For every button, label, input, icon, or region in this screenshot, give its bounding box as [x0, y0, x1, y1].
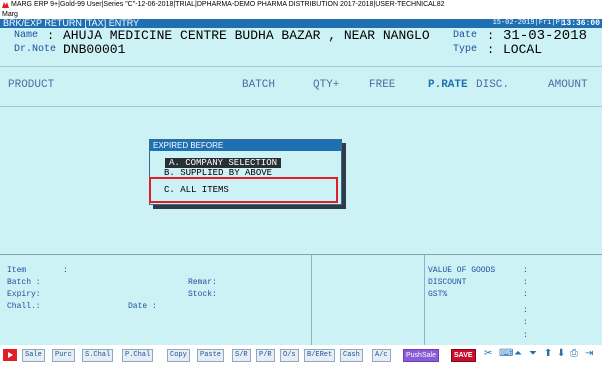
keyboard-icon[interactable]: ⌨: [499, 348, 513, 359]
value-colon: :: [523, 331, 528, 340]
batch-label: Batch :: [7, 278, 41, 287]
dialog-title: EXPIRED BEFORE: [150, 140, 341, 151]
discount-label: DISCOUNT: [428, 278, 467, 287]
col-disc: DISC.: [476, 79, 510, 91]
print-icon[interactable]: ⎙: [570, 348, 578, 359]
value-colon: :: [523, 266, 528, 275]
option-supplied-by-above[interactable]: B. SUPPLIED BY ABOVE: [164, 168, 272, 176]
type-label: Type: [453, 44, 478, 55]
value-colon: :: [523, 318, 528, 327]
tb-beret[interactable]: B/ERet: [304, 349, 336, 362]
date-colon: :: [487, 29, 495, 43]
gst-label: GST%: [428, 290, 448, 299]
menu-marg[interactable]: Marg: [2, 11, 18, 18]
stock-label: Stock:: [188, 290, 217, 299]
type-colon: :: [487, 43, 495, 57]
tb-ac[interactable]: A/c: [372, 349, 391, 362]
date-footer-label: Date :: [128, 302, 157, 311]
tb-sale[interactable]: Sale: [22, 349, 45, 362]
value-colon: :: [523, 306, 528, 315]
value-of-goods-label: VALUE OF GOODS: [428, 266, 496, 275]
type-field[interactable]: LOCAL: [503, 42, 542, 57]
tb-save[interactable]: SAVE: [451, 349, 476, 362]
item-colon: :: [63, 266, 68, 275]
name-colon: :: [47, 29, 55, 43]
dr-note-field[interactable]: DNB00001: [63, 42, 125, 57]
window-title: MARG ERP 9+|Gold-99 User|Series "C"-12-0…: [11, 1, 445, 8]
tools-icon[interactable]: ✂: [484, 348, 492, 359]
tb-purc[interactable]: Purc: [52, 349, 75, 362]
tb-pushsale[interactable]: PushSale: [403, 349, 439, 362]
chall-label: Chall.:: [7, 302, 41, 311]
arrow-up-icon[interactable]: ⬆: [544, 348, 552, 359]
col-prate: P.RATE: [428, 79, 468, 91]
entry-title: BRK/EXP RETURN [TAX] ENTRY: [3, 18, 140, 28]
col-amount: AMOUNT: [548, 79, 588, 91]
expiry-label: Expiry:: [7, 290, 41, 299]
highlight-box: [149, 177, 338, 203]
scroll-bottom-icon[interactable]: ⏷: [529, 348, 537, 359]
col-qty: QTY+: [313, 79, 340, 91]
col-product: PRODUCT: [8, 79, 55, 91]
remar-label: Remar:: [188, 278, 217, 287]
tb-schal[interactable]: S.Chal: [82, 349, 114, 362]
tb-sr[interactable]: S/R: [232, 349, 251, 362]
tb-pr[interactable]: P/R: [256, 349, 275, 362]
scroll-top-icon[interactable]: ⏶: [514, 348, 522, 359]
tb-pchal[interactable]: P.Chal: [122, 349, 154, 362]
tb-os[interactable]: O/s: [280, 349, 299, 362]
name-label: Name: [14, 30, 39, 41]
play-icon[interactable]: [3, 349, 17, 361]
date-label: Date: [453, 30, 478, 41]
item-label: Item: [7, 266, 27, 275]
dr-note-label: Dr.Note :: [14, 44, 69, 55]
footer-divider: [424, 255, 425, 345]
marg-logo-icon: [2, 2, 9, 8]
exit-icon[interactable]: ⇥: [585, 348, 593, 359]
col-batch: BATCH: [242, 79, 276, 91]
bottom-toolbar: Sale Purc S.Chal P.Chal Copy Paste S/R P…: [0, 347, 602, 367]
value-colon: :: [523, 290, 528, 299]
value-colon: :: [523, 278, 528, 287]
entry-header: BRK/EXP RETURN [TAX] ENTRY 15-02-2019|Fr…: [0, 19, 602, 28]
col-free: FREE: [369, 79, 396, 91]
header-date: 15-02-2019|Fri|P|: [492, 19, 564, 27]
window-titlebar: MARG ERP 9+|Gold-99 User|Series "C"-12-0…: [0, 0, 602, 10]
header-time: 13:36:00: [561, 19, 600, 28]
footer-divider: [311, 255, 312, 345]
tb-cash[interactable]: Cash: [340, 349, 363, 362]
party-name-field[interactable]: AHUJA MEDICINE CENTRE BUDHA BAZAR , NEAR…: [63, 28, 430, 43]
option-company-selection[interactable]: A. COMPANY SELECTION: [165, 158, 282, 168]
party-section: Name : AHUJA MEDICINE CENTRE BUDHA BAZAR…: [0, 28, 602, 66]
tb-paste[interactable]: Paste: [197, 349, 225, 362]
footer-panel: Item : Batch : Expiry: Chall.: Date : Re…: [0, 254, 602, 345]
column-header: PRODUCT BATCH QTY+ FREE P.RATE DISC. AMO…: [0, 66, 602, 107]
tb-copy[interactable]: Copy: [167, 349, 190, 362]
arrow-down-icon[interactable]: ⬇: [557, 348, 565, 359]
